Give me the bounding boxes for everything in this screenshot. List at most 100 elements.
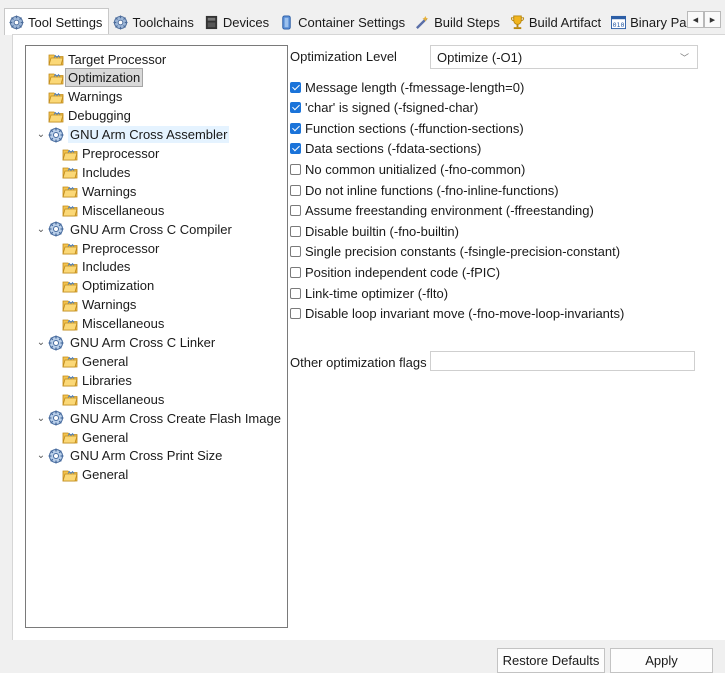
option-label: Function sections (-ffunction-sections) [305,120,524,136]
tab-container-settings[interactable]: Container Settings [275,9,411,35]
folder-icon [62,147,78,161]
container-icon [279,14,294,30]
option-checkbox[interactable] [290,81,301,93]
option-row[interactable]: Disable builtin (-fno-builtin) [290,222,459,240]
tab-build-steps[interactable]: Build Steps [411,9,506,35]
tab-build-artifact[interactable]: Build Artifact [506,9,607,35]
tree-item-tool[interactable]: ⌄ GNU Arm Cross Create Flash Image [34,409,283,427]
tree-item[interactable]: Libraries [62,371,134,389]
option-label: Data sections (-fdata-sections) [305,141,482,157]
restore-defaults-button[interactable]: Restore Defaults [497,648,605,673]
option-checkbox[interactable] [290,266,301,278]
option-checkbox[interactable] [290,287,301,299]
optimization-level-select[interactable]: Optimize (-O1) ﹀ [430,45,698,69]
option-checkbox[interactable] [290,143,301,155]
tree-item-label: Warnings [82,297,137,313]
svg-text:010: 010 [613,21,625,29]
option-checkbox[interactable] [290,122,301,134]
tree-item-label: GNU Arm Cross Assembler [68,126,230,144]
tab-scroll-left-button[interactable]: ◀ [687,11,704,28]
tree-item[interactable]: Debugging [48,107,133,125]
tree-item[interactable]: Warnings [62,296,138,314]
option-row[interactable]: Do not inline functions (-fno-inline-fun… [290,181,559,199]
option-row[interactable]: Function sections (-ffunction-sections) [290,119,524,137]
chevron-down-icon[interactable]: ⌄ [34,337,48,348]
tab-label: Toolchains [132,14,194,30]
tree-item-label: Preprocessor [82,146,160,161]
apply-button[interactable]: Apply [610,648,713,673]
option-label: No common unitialized (-fno-common) [305,161,526,177]
option-checkbox[interactable] [290,184,301,196]
tree-item-tool[interactable]: ⌄ GNU Arm Cross C Linker [34,334,217,352]
tree-item-label: GNU Arm Cross Create Flash Image [70,410,281,426]
tree-item[interactable]: General [62,466,130,484]
tab-devices[interactable]: Devices [200,9,275,35]
tree-item[interactable]: Optimization [62,277,156,295]
option-checkbox[interactable] [290,246,301,258]
chevron-down-icon[interactable]: ⌄ [34,129,48,140]
folder-icon [62,392,78,406]
gear-icon [48,448,64,464]
other-optimization-flags-label: Other optimization flags [290,355,427,370]
tree-item-label: Includes [82,259,131,275]
binary-icon: 010 [611,15,627,30]
option-row[interactable]: No common unitialized (-fno-common) [290,160,525,178]
tree-item[interactable]: Preprocessor [62,145,161,163]
tab-scroll-right-button[interactable]: ▶ [704,11,721,28]
folder-icon [62,260,78,274]
wand-icon [415,15,430,30]
tree-item-tool[interactable]: ⌄ GNU Arm Cross Print Size [34,447,224,465]
option-row[interactable]: Position independent code (-fPIC) [290,263,500,281]
tree-item-label: Preprocessor [82,240,160,256]
tab-tool-settings[interactable]: Tool Settings [4,8,110,35]
other-optimization-flags-input[interactable] [430,351,695,371]
tree-item-tool[interactable]: ⌄ GNU Arm Cross C Compiler [34,220,234,238]
tool-settings-panel: Target Processor Optimization Warnings Debu… [12,34,725,640]
option-row[interactable]: Link-time optimizer (-flto) [290,284,448,302]
tree-item[interactable]: General [62,352,130,370]
folder-icon [62,203,78,217]
option-checkbox[interactable] [290,225,301,237]
tree-item[interactable]: Miscellaneous [62,390,166,408]
tree-item-label: Debugging [68,108,131,124]
chevron-down-icon[interactable]: ⌄ [34,224,48,235]
tree-item[interactable]: Preprocessor [62,239,161,257]
tree-item[interactable]: Warnings [62,182,138,200]
option-checkbox[interactable] [290,205,301,217]
tree-item-tool[interactable]: ⌄ GNU Arm Cross Assembler [34,126,230,144]
option-row[interactable]: 'char' is signed (-fsigned-char) [290,99,478,117]
tree-item[interactable]: Miscellaneous [62,201,166,219]
tree-item[interactable]: Warnings [48,88,124,106]
tree-item-label: General [82,429,129,445]
option-checkbox[interactable] [290,163,301,175]
tree-item[interactable]: Optimization [48,68,144,88]
settings-tree[interactable]: Target Processor Optimization Warnings Debu… [25,45,288,628]
option-row[interactable]: Assume freestanding environment (-ffrees… [290,202,594,220]
folder-icon [62,468,78,482]
tree-item[interactable]: General [62,428,130,446]
option-label: Link-time optimizer (-flto) [305,285,449,301]
tree-item[interactable]: Includes [62,163,132,181]
folder-icon [62,184,78,198]
folder-icon [62,354,78,368]
tree-item-label: GNU Arm Cross C Compiler [70,221,232,237]
option-row[interactable]: Message length (-fmessage-length=0) [290,78,524,96]
gear-icon [48,335,64,351]
option-row[interactable]: Data sections (-fdata-sections) [290,140,481,158]
tree-item[interactable]: Miscellaneous [62,315,166,333]
chevron-down-icon[interactable]: ⌄ [34,413,48,424]
tree-item[interactable]: Includes [62,258,132,276]
folder-icon [62,165,78,179]
tree-item-label: GNU Arm Cross Print Size [70,448,223,464]
tree-item-label: General [82,467,129,483]
chevron-down-icon[interactable]: ⌄ [34,450,48,461]
tab-toolchains[interactable]: Toolchains [109,9,199,35]
folder-icon [48,90,64,104]
option-checkbox[interactable] [290,102,301,114]
gear-icon [48,410,64,426]
option-row[interactable]: Disable loop invariant move (-fno-move-l… [290,305,624,323]
option-checkbox[interactable] [290,308,301,320]
gear-icon [48,127,64,143]
option-row[interactable]: Single precision constants (-fsingle-pre… [290,243,620,261]
tree-item[interactable]: Target Processor [48,50,168,68]
